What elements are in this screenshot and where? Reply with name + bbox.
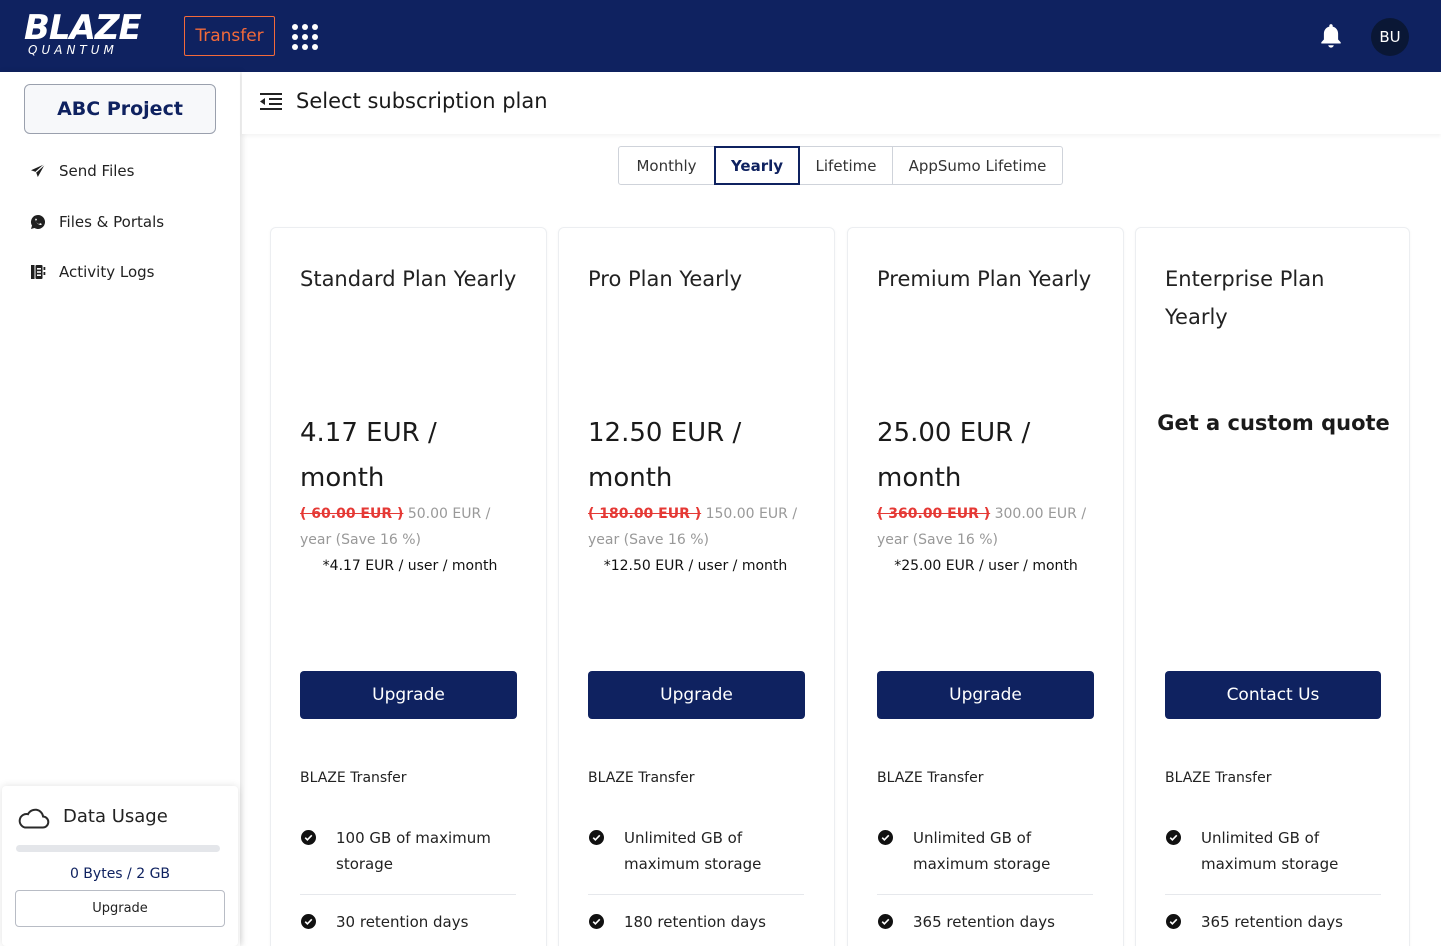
feature-item: 100 GB of maximum storage [300,825,516,895]
check-circle-icon [301,914,316,929]
feature-text: Unlimited GB of maximum storage [913,829,1051,873]
yearly-price: ( 180.00 EUR ) 150.00 EUR / year (Save 1… [588,501,803,553]
logo-main-text: BLAZE [24,8,142,48]
sidebar-item-label: Files & Portals [59,213,165,231]
sidebar-item-activity-logs[interactable]: Activity Logs [30,260,154,284]
plan-card-enterprise: Enterprise Plan Yearly Get a custom quot… [1135,227,1410,946]
plan-card-premium: Premium Plan Yearly 25.00 EUR / month ( … [847,227,1124,946]
data-usage-title: Data Usage [63,806,168,827]
sidebar-item-send-files[interactable]: Send Files [30,159,134,183]
per-user-price: *4.17 EUR / user / month [322,558,498,574]
apps-grid-icon[interactable] [292,24,318,50]
feature-heading: BLAZE Transfer [1165,770,1272,786]
bell-icon[interactable] [1318,22,1344,50]
upgrade-button[interactable]: Upgrade [300,671,517,719]
contact-us-button[interactable]: Contact Us [1165,671,1381,719]
price-block: 4.17 EUR / month ( 60.00 EUR ) 50.00 EUR… [300,411,520,579]
feature-item: 180 retention days [588,909,804,935]
activity-log-icon [31,265,46,279]
feature-heading: BLAZE Transfer [300,770,407,786]
transfer-button[interactable]: Transfer [184,16,275,56]
check-circle-icon [589,914,604,929]
feature-item: Unlimited GB of maximum storage [1165,825,1381,895]
check-circle-icon [878,830,893,845]
send-icon [31,163,46,177]
tab-yearly[interactable]: Yearly [714,146,800,185]
sidebar-item-label: Activity Logs [59,263,155,281]
feature-text: 365 retention days [913,913,1055,931]
check-circle-icon [589,830,604,845]
feature-heading: BLAZE Transfer [877,770,984,786]
feature-heading: BLAZE Transfer [588,770,695,786]
tab-appsumo-lifetime[interactable]: AppSumo Lifetime [892,146,1063,185]
yearly-price: ( 360.00 EUR ) 300.00 EUR / year (Save 1… [877,501,1095,553]
user-avatar[interactable]: BU [1371,18,1409,56]
check-circle-icon [1166,914,1181,929]
data-usage-card: Data Usage 0 Bytes / 2 GB Upgrade [2,786,238,946]
upgrade-button[interactable]: Upgrade [588,671,805,719]
custom-quote-text: Get a custom quote [1157,411,1390,435]
tab-monthly[interactable]: Monthly [618,146,715,185]
feature-item: 365 retention days [877,909,1093,935]
blaze-quantum-logo[interactable]: BLAZE QUANTUM [24,10,164,60]
plan-card-standard: Standard Plan Yearly 4.17 EUR / month ( … [270,227,547,946]
feature-text: Unlimited GB of maximum storage [624,829,762,873]
check-circle-icon [1166,830,1181,845]
plan-name: Standard Plan Yearly [300,267,517,291]
feature-item: Unlimited GB of maximum storage [588,825,804,895]
feature-item: Unlimited GB of maximum storage [877,825,1093,895]
page-header: Select subscription plan [242,72,1441,134]
tab-lifetime[interactable]: Lifetime [799,146,893,185]
old-price: ( 180.00 EUR ) [588,506,702,522]
feature-text: 30 retention days [336,913,469,931]
feature-item: 365 retention days [1165,909,1381,935]
price-per-month: 25.00 EUR / month [877,418,1031,493]
per-user-price: *12.50 EUR / user / month [603,558,788,574]
sidebar: ABC Project Send Files Files & Portals A… [0,72,240,946]
upgrade-button[interactable]: Upgrade [877,671,1094,719]
price-block: 12.50 EUR / month ( 180.00 EUR ) 150.00 … [588,411,797,579]
plan-name: Pro Plan Yearly [588,267,743,291]
data-usage-value: 0 Bytes / 2 GB [69,866,171,882]
old-price: ( 360.00 EUR ) [877,506,991,522]
project-selector-button[interactable]: ABC Project [24,84,216,134]
menu-fold-icon[interactable] [260,92,282,112]
old-price: ( 60.00 EUR ) [300,506,404,522]
billing-period-tabs: Monthly Yearly Lifetime AppSumo Lifetime [618,146,1063,185]
plan-card-pro: Pro Plan Yearly 12.50 EUR / month ( 180.… [558,227,835,946]
page-title: Select subscription plan [296,89,548,113]
price-per-month: 12.50 EUR / month [588,418,742,493]
yearly-price: ( 60.00 EUR ) 50.00 EUR / year (Save 16 … [300,501,520,553]
sidebar-item-files-portals[interactable]: Files & Portals [30,210,164,234]
per-user-price: *25.00 EUR / user / month [894,558,1078,574]
price-block: 25.00 EUR / month ( 360.00 EUR ) 300.00 … [877,411,1086,579]
check-circle-icon [301,830,316,845]
portal-icon [31,215,46,229]
feature-text: Unlimited GB of maximum storage [1201,829,1339,873]
feature-text: 100 GB of maximum storage [336,829,491,873]
plan-name: Premium Plan Yearly [877,267,1092,291]
data-usage-progress-bar [16,845,220,852]
top-navigation-bar: BLAZE QUANTUM Transfer BU [0,0,1441,72]
cloud-icon [18,808,50,829]
feature-text: 180 retention days [624,913,766,931]
price-per-month: 4.17 EUR / month [300,418,437,493]
plan-name: Enterprise Plan Yearly [1165,267,1325,329]
sidebar-upgrade-button[interactable]: Upgrade [15,890,225,927]
feature-text: 365 retention days [1201,913,1343,931]
logo-sub-text: QUANTUM [28,43,118,57]
check-circle-icon [878,914,893,929]
feature-item: 30 retention days [300,909,516,935]
sidebar-item-label: Send Files [59,162,135,180]
